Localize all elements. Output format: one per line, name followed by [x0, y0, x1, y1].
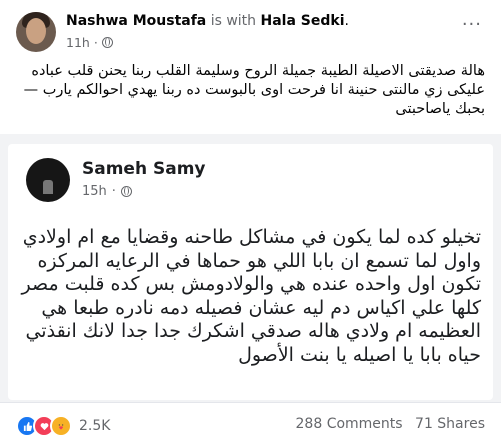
avatar-face [26, 18, 46, 44]
tagged-name[interactable]: Hala Sedki [261, 13, 345, 29]
post-footer: 2.5K 288 Comments 71 Shares [0, 402, 501, 447]
shared-post-time: 15h [82, 184, 107, 199]
shared-body-line: تكون اول واحده عنده هي والولادومش بس كده… [21, 273, 481, 295]
shared-body-line: العظيمه ام ولادي هاله صدقي اشكرك جدا جدا… [25, 320, 481, 342]
post-meta: 11h · [66, 35, 113, 50]
time-separator: · [93, 35, 98, 50]
shared-author-name: Sameh Samy [82, 159, 206, 179]
reactions-summary[interactable]: 2.5K [16, 415, 110, 437]
shared-author-avatar [26, 158, 70, 202]
shared-body-line: واول لما تسمع ان بابا اللي هو حماها في ا… [37, 249, 481, 272]
shared-post-card: Sameh Samy 15h · تخيلو كده لما يكون في م… [8, 144, 493, 400]
care-icon [50, 415, 72, 437]
comments-count[interactable]: 288 Comments [296, 416, 403, 432]
post-caption: هالة صديقتى الاصيلة الطيبة جميلة الروح و… [23, 63, 485, 117]
tagged-suffix: . [344, 13, 349, 29]
shared-post-body: تخيلو كده لما يكون في مشاكل طاحنه وقضايا… [18, 226, 481, 367]
author-name[interactable]: Nashwa Moustafa [66, 13, 206, 29]
facebook-post: Nashwa Moustafa is with Hala Sedki. 11h … [0, 0, 501, 447]
more-options-icon[interactable]: ··· [462, 14, 482, 35]
with-text: is with [210, 13, 257, 29]
shared-body-line: تخيلو كده لما يكون في مشاكل طاحنه وقضايا… [22, 226, 481, 248]
avatar-figure [43, 180, 53, 194]
globe-icon [101, 37, 113, 48]
post-time[interactable]: 11h [66, 35, 90, 50]
author-avatar[interactable] [16, 12, 56, 52]
shared-globe-icon [120, 186, 132, 197]
engagement-stats: 288 Comments 71 Shares [296, 416, 485, 432]
shared-body-line: حياه بابا يا اصيله يا بنت الأصول [238, 343, 481, 366]
shared-post-meta: 15h · [82, 184, 132, 199]
reaction-count: 2.5K [79, 418, 111, 434]
shared-body-line: كلها علي اكياس دم ليه عشان فصيله دمه ناد… [41, 296, 481, 319]
shared-time-separator: · [111, 184, 116, 199]
author-line: Nashwa Moustafa is with Hala Sedki. [66, 13, 349, 29]
shared-image[interactable]: Sameh Samy 15h · تخيلو كده لما يكون في م… [0, 134, 501, 402]
shares-count[interactable]: 71 Shares [415, 416, 485, 432]
post-header: Nashwa Moustafa is with Hala Sedki. 11h … [16, 12, 486, 56]
